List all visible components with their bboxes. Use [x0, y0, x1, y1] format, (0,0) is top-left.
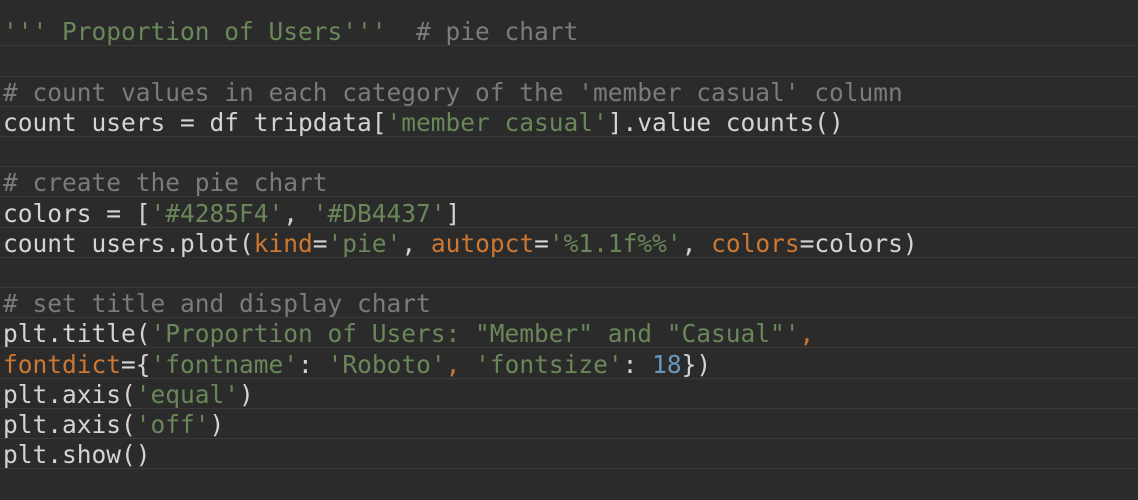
comment: # create the pie chart	[3, 169, 328, 197]
string-literal: 'Roboto'	[327, 351, 446, 379]
code-text: ]	[445, 200, 461, 228]
string-literal: '%1.1f%%'	[548, 230, 682, 258]
code-text: })	[681, 351, 712, 379]
code-text: plt.axis(	[3, 381, 136, 409]
string-literal: 'off'	[135, 411, 210, 439]
code-line-11[interactable]: plt.axis('off')	[0, 411, 1138, 439]
code-punctuation: ,	[445, 351, 476, 379]
code-line-10[interactable]: plt.axis('equal')	[0, 381, 1138, 409]
code-punctuation: ,	[799, 320, 815, 348]
code-text: ].value_counts()	[607, 109, 844, 137]
comment: # count values in each category of the '…	[3, 79, 903, 107]
keyword-argument: colors	[711, 230, 800, 258]
code-text: plt.axis(	[3, 411, 136, 439]
number-literal: 18	[652, 351, 682, 379]
code-line-4[interactable]: # create the pie chart	[0, 169, 1138, 197]
code-text: )	[209, 411, 225, 439]
code-line-blank[interactable]	[0, 49, 1138, 77]
comment: # set title and display chart	[3, 290, 431, 318]
code-text: ={	[121, 351, 151, 379]
keyword-argument: fontdict	[3, 351, 122, 379]
string-literal: 'fontsize'	[475, 351, 623, 379]
code-text: colors = [	[3, 200, 151, 228]
string-literal: 'member_casual'	[386, 109, 608, 137]
code-line-12[interactable]: plt.show()	[0, 441, 1138, 469]
string-literal: 'Proportion of Users: "Member" and "Casu…	[150, 320, 800, 348]
code-line-9[interactable]: fontdict={'fontname': 'Roboto', 'fontsiz…	[0, 351, 1138, 379]
code-text: =	[534, 230, 549, 258]
code-line-blank[interactable]	[0, 260, 1138, 288]
code-text: count_users.plot(	[3, 230, 254, 258]
keyword-argument: autopct	[430, 230, 535, 258]
comment: # pie chart	[386, 18, 579, 46]
code-text: count_users = df_tripdata[	[3, 109, 387, 137]
code-line-3[interactable]: count_users = df_tripdata['member_casual…	[0, 109, 1138, 137]
string-literal: '#DB4437'	[312, 200, 446, 228]
string-literal: 'fontname'	[150, 351, 299, 379]
code-text: ,	[401, 230, 431, 258]
string-literal: '#4285F4'	[150, 200, 284, 228]
code-line-2[interactable]: # count values in each category of the '…	[0, 79, 1138, 107]
string-literal: 'equal'	[135, 381, 240, 409]
code-text: :	[298, 351, 328, 379]
code-editor[interactable]: ''' Proportion of Users''' # pie chart #…	[0, 0, 1138, 500]
code-text: ,	[283, 200, 313, 228]
code-line-5[interactable]: colors = ['#4285F4', '#DB4437']	[0, 200, 1138, 228]
keyword-argument: kind	[253, 230, 313, 258]
code-text: =colors)	[799, 230, 918, 258]
code-text: )	[239, 381, 254, 409]
code-line-7[interactable]: # set title and display chart	[0, 290, 1138, 318]
code-text: plt.show()	[3, 441, 151, 469]
code-text: :	[622, 351, 653, 379]
string-literal: 'pie'	[327, 230, 402, 258]
code-text: ,	[681, 230, 712, 258]
docstring: ''' Proportion of Users'''	[3, 18, 387, 46]
code-line-6[interactable]: count_users.plot(kind='pie', autopct='%1…	[0, 230, 1138, 258]
code-text: plt.title(	[3, 320, 151, 348]
code-line-1[interactable]: ''' Proportion of Users''' # pie chart	[0, 18, 1138, 46]
code-text: =	[312, 230, 328, 258]
code-line-8[interactable]: plt.title('Proportion of Users: "Member"…	[0, 320, 1138, 348]
code-line-blank[interactable]	[0, 139, 1138, 167]
